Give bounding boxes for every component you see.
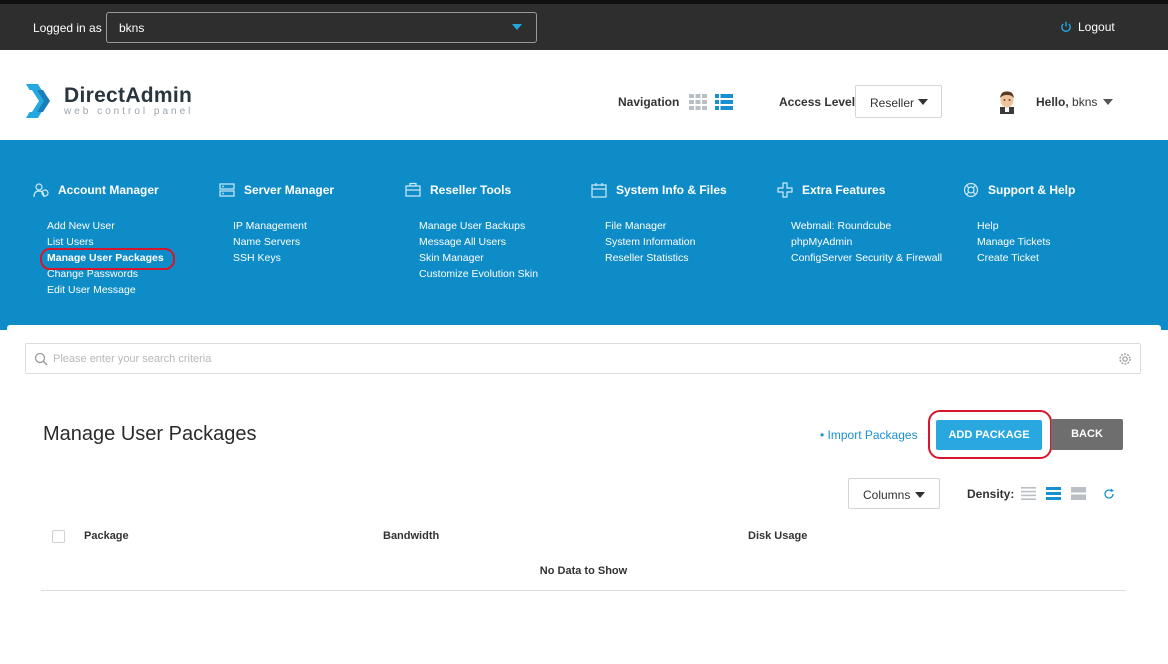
- user-select-value: bkns: [119, 21, 145, 35]
- column-header-disk-usage[interactable]: Disk Usage: [748, 530, 807, 542]
- list-view-icon[interactable]: [715, 94, 733, 110]
- search-bar[interactable]: [25, 343, 1141, 374]
- menu-item-message-all-users[interactable]: Message All Users: [419, 234, 538, 250]
- gear-icon[interactable]: [1118, 352, 1132, 366]
- menu-head-support-help[interactable]: Support & Help: [963, 182, 1075, 198]
- top-bar: Logged in as bkns Logout: [0, 0, 1168, 50]
- menu-item-webmail-roundcube[interactable]: Webmail: Roundcube: [791, 218, 942, 234]
- chevron-down-icon: [915, 492, 925, 498]
- menu-item-add-new-user[interactable]: Add New User: [47, 218, 164, 234]
- menu-item-skin-manager[interactable]: Skin Manager: [419, 250, 538, 266]
- menu-server-manager: Server Manager IP Management Name Server…: [219, 182, 334, 266]
- logo[interactable]: DirectAdmin web control panel: [24, 82, 193, 120]
- refresh-icon[interactable]: [1103, 488, 1115, 500]
- menu-item-file-manager[interactable]: File Manager: [605, 218, 727, 234]
- menu-title-reseller-tools: Reseller Tools: [430, 183, 512, 197]
- menu-item-customize-evolution-skin[interactable]: Customize Evolution Skin: [419, 266, 538, 282]
- menu-head-reseller-tools[interactable]: Reseller Tools: [405, 182, 538, 198]
- chevron-down-icon: [918, 99, 928, 105]
- menu-item-ip-management[interactable]: IP Management: [233, 218, 334, 234]
- page-title: Manage User Packages: [43, 423, 257, 445]
- import-packages-link[interactable]: • Import Packages: [820, 428, 918, 442]
- menu-item-create-ticket[interactable]: Create Ticket: [977, 250, 1075, 266]
- search-icon: [34, 352, 48, 366]
- menu-system-info: System Info & Files File Manager System …: [591, 182, 727, 266]
- menu-head-extra-features[interactable]: Extra Features: [777, 182, 942, 198]
- menu-head-account-manager[interactable]: Account Manager: [33, 182, 164, 198]
- logo-title: DirectAdmin: [64, 84, 193, 107]
- menu-item-help[interactable]: Help: [977, 218, 1075, 234]
- lifebuoy-icon: [963, 182, 979, 198]
- access-level-select[interactable]: Reseller: [855, 85, 942, 118]
- add-package-button[interactable]: ADD PACKAGE: [936, 420, 1042, 450]
- hello-user: bkns: [1072, 95, 1098, 109]
- columns-dropdown[interactable]: Columns: [848, 478, 940, 509]
- plus-icon: [777, 182, 793, 198]
- menu-support-help: Support & Help Help Manage Tickets Creat…: [963, 182, 1075, 266]
- hello-greeting[interactable]: Hello, bkns: [1036, 95, 1097, 109]
- menu-title-system-info: System Info & Files: [616, 183, 727, 197]
- menu-reseller-tools: Reseller Tools Manage User Backups Messa…: [405, 182, 538, 282]
- grid-view-icon[interactable]: [689, 94, 707, 110]
- menu-title-server-manager: Server Manager: [244, 183, 335, 197]
- calendar-icon: [591, 183, 607, 198]
- menu-title-account-manager: Account Manager: [58, 183, 159, 197]
- column-header-package[interactable]: Package: [84, 530, 129, 542]
- logout-button[interactable]: Logout: [1060, 20, 1115, 34]
- menu-extra-features: Extra Features Webmail: Roundcube phpMyA…: [777, 182, 942, 266]
- directadmin-logo-icon: [26, 84, 50, 118]
- back-button[interactable]: BACK: [1051, 419, 1123, 450]
- logged-in-label: Logged in as: [33, 21, 102, 35]
- empty-table-message: No Data to Show: [539, 565, 628, 577]
- power-icon: [1061, 21, 1071, 33]
- menu-item-system-information[interactable]: System Information: [605, 234, 727, 250]
- menu-account-manager: Account Manager Add New User List Users …: [33, 182, 164, 298]
- menu-item-reseller-statistics[interactable]: Reseller Statistics: [605, 250, 727, 266]
- server-icon: [219, 183, 235, 197]
- menu-item-configserver-firewall[interactable]: ConfigServer Security & Firewall: [791, 250, 942, 266]
- menu-title-extra-features: Extra Features: [802, 183, 886, 197]
- menu-item-manage-user-backups[interactable]: Manage User Backups: [419, 218, 538, 234]
- menu-item-name-servers[interactable]: Name Servers: [233, 234, 334, 250]
- table-divider: [41, 590, 1126, 591]
- select-all-checkbox[interactable]: [52, 530, 65, 543]
- menu-head-system-info[interactable]: System Info & Files: [591, 182, 727, 198]
- menu-item-manage-tickets[interactable]: Manage Tickets: [977, 234, 1075, 250]
- density-spacious-icon[interactable]: [1071, 487, 1086, 500]
- table-header: Package Bandwidth Disk Usage: [41, 521, 1126, 551]
- menu-title-support-help: Support & Help: [988, 183, 1076, 197]
- columns-label: Columns: [863, 488, 911, 502]
- access-level-value: Reseller: [870, 96, 915, 110]
- highlight-annotation-menu: [40, 248, 175, 270]
- density-compact-icon[interactable]: [1021, 487, 1036, 500]
- access-level-label: Access Level: [779, 95, 856, 109]
- menu-item-edit-user-message[interactable]: Edit User Message: [47, 282, 164, 298]
- density-label: Density:: [967, 487, 1015, 501]
- navigation-label: Navigation: [618, 95, 680, 109]
- user-select[interactable]: bkns: [106, 12, 537, 43]
- menu-head-server-manager[interactable]: Server Manager: [219, 182, 334, 198]
- column-header-bandwidth[interactable]: Bandwidth: [383, 530, 439, 542]
- chevron-down-icon[interactable]: [1103, 99, 1113, 105]
- logo-subtitle: web control panel: [64, 106, 194, 117]
- density-regular-icon[interactable]: [1046, 487, 1061, 500]
- header: DirectAdmin web control panel Navigation…: [0, 50, 1168, 140]
- logout-label: Logout: [1078, 20, 1115, 34]
- menu-item-phpmyadmin[interactable]: phpMyAdmin: [791, 234, 942, 250]
- search-input[interactable]: [53, 349, 1103, 369]
- main-menu: Account Manager Add New User List Users …: [0, 140, 1168, 330]
- menu-item-ssh-keys[interactable]: SSH Keys: [233, 250, 334, 266]
- toolbox-icon: [405, 182, 421, 197]
- avatar[interactable]: [996, 90, 1018, 114]
- hello-prefix: Hello,: [1036, 95, 1069, 109]
- chevron-down-icon: [512, 24, 522, 30]
- users-icon: [33, 183, 49, 198]
